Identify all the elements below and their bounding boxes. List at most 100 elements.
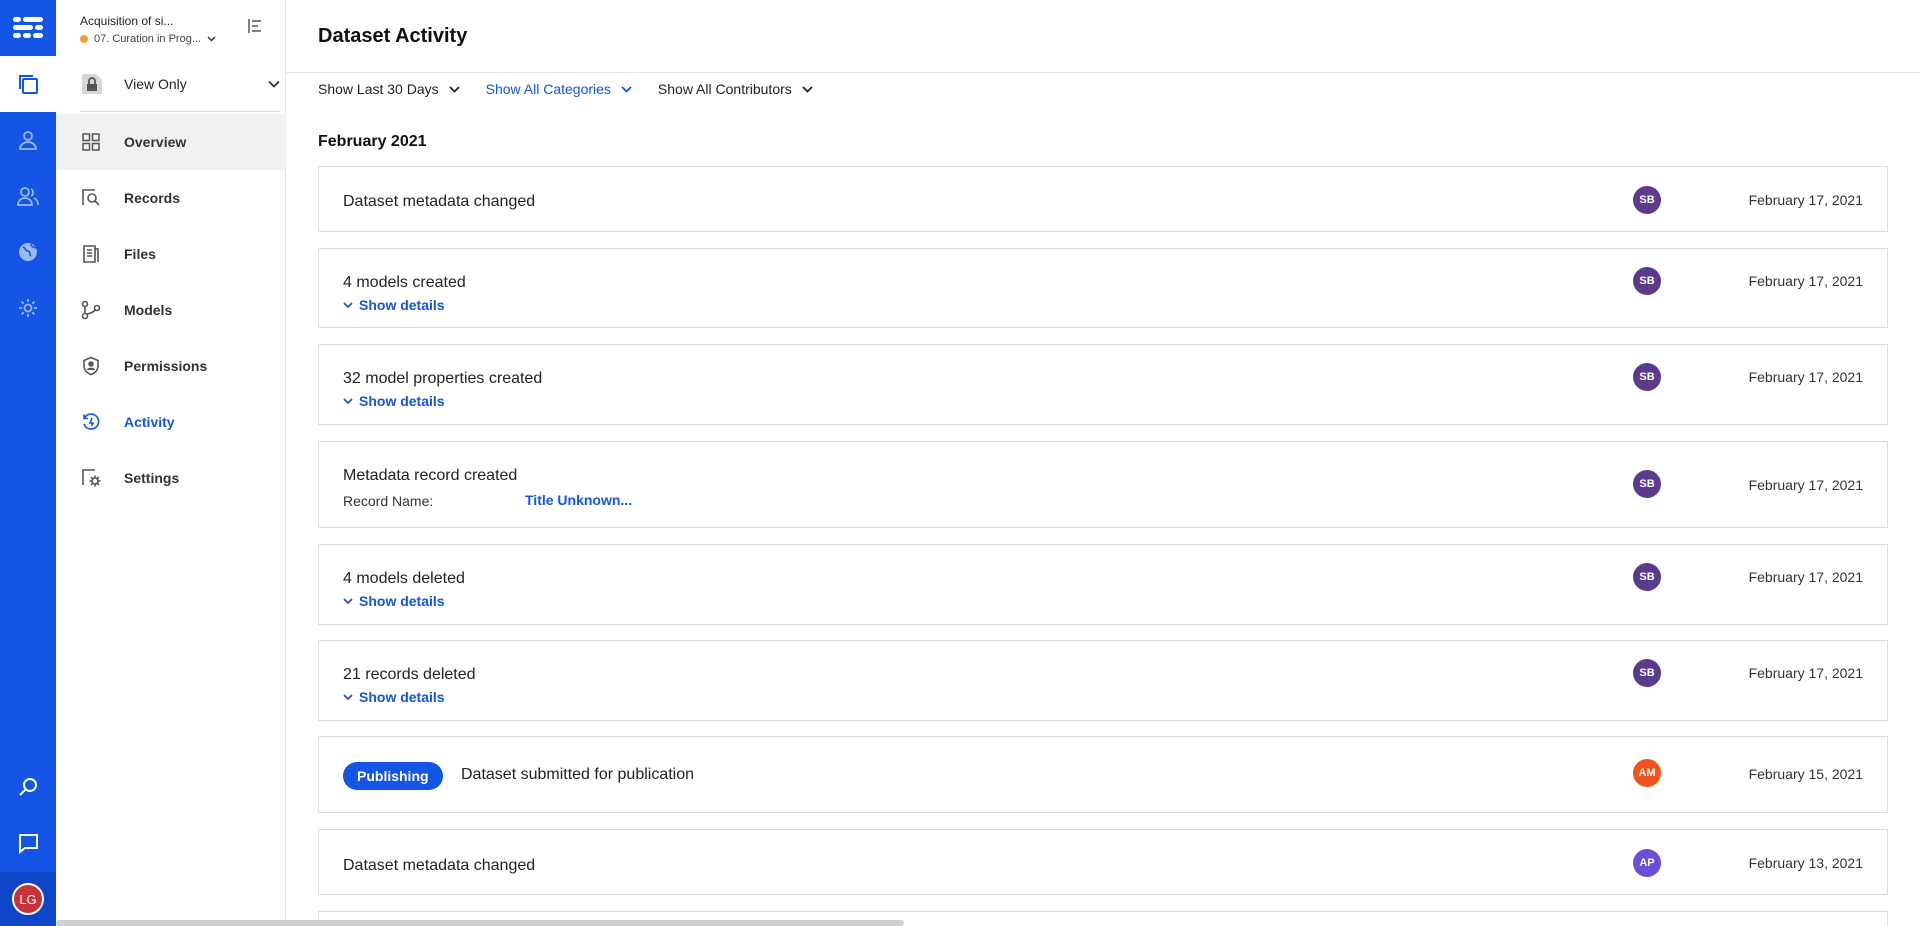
show-details-link[interactable]: Show details (343, 297, 445, 313)
permission-label: View Only (124, 75, 187, 92)
nav-item-files[interactable]: Files (56, 226, 286, 282)
show-details-label: Show details (359, 297, 445, 313)
activity-title: Metadata record created (343, 467, 518, 484)
gear-icon[interactable] (0, 280, 56, 336)
dataset-status[interactable]: 07. Curation in Prog... (80, 33, 280, 45)
activity-filters: Show Last 30 Days Show All Categories Sh… (318, 81, 839, 97)
contributor-filter-dropdown[interactable]: Show All Contributors (658, 81, 813, 97)
dataset-status-label: 07. Curation in Prog... (94, 33, 202, 45)
main-content: Dataset Activity Show Last 30 Days Show … (286, 0, 1920, 926)
month-heading: February 2021 (318, 133, 427, 150)
show-details-label: Show details (359, 593, 445, 609)
contributor-avatar[interactable]: SB (1633, 267, 1661, 295)
nav-item-overview[interactable]: Overview (56, 114, 286, 170)
contributor-avatar[interactable]: AP (1633, 849, 1661, 877)
horizontal-scrollbar[interactable] (56, 920, 904, 926)
contributor-avatar[interactable]: SB (1633, 186, 1661, 214)
nav-item-label: Models (124, 302, 173, 318)
activity-card: 4 models created Show details SB Februar… (318, 248, 1888, 328)
models-icon (80, 299, 102, 321)
app-rail: LG (0, 0, 56, 926)
contributor-avatar[interactable]: SB (1633, 659, 1661, 687)
record-search-icon (80, 187, 102, 209)
contributor-filter-label: Show All Contributors (657, 81, 792, 97)
activity-icon (80, 411, 102, 433)
settings-icon (80, 467, 102, 489)
shield-icon (80, 355, 102, 377)
chat-icon[interactable] (0, 815, 56, 871)
people-icon[interactable] (0, 168, 56, 224)
globe-icon[interactable] (0, 224, 56, 280)
app-logo-icon[interactable] (0, 0, 56, 56)
user-avatar[interactable]: LG (0, 872, 56, 926)
chevron-down-icon (448, 85, 460, 93)
activity-title: Dataset submitted for publication (461, 766, 695, 783)
nav-item-permissions[interactable]: Permissions (56, 338, 286, 394)
nav-item-activity[interactable]: Activity (56, 394, 286, 450)
activity-card: 21 records deleted Show details SB Febru… (318, 640, 1888, 721)
category-filter-dropdown[interactable]: Show All Categories (486, 81, 632, 97)
permission-selector[interactable]: View Only (80, 70, 280, 112)
chevron-down-icon (621, 85, 632, 93)
activity-date: February 13, 2021 (1748, 855, 1863, 871)
show-details-link[interactable]: Show details (343, 393, 445, 409)
nav-item-settings[interactable]: Settings (56, 450, 286, 506)
time-filter-label: Show Last 30 Days (318, 81, 439, 97)
activity-card: Dataset metadata changed AP February 13,… (318, 829, 1888, 895)
show-details-label: Show details (359, 689, 445, 705)
nav-item-models[interactable]: Models (56, 282, 286, 338)
activity-date: February 17, 2021 (1748, 477, 1863, 493)
page-title: Dataset Activity (318, 25, 468, 47)
activity-card: Metadata record created Record Name: Tit… (318, 441, 1888, 528)
contributor-avatar[interactable]: SB (1633, 563, 1661, 591)
nav-item-label: Records (124, 190, 181, 206)
activity-title: 4 models created (343, 274, 466, 291)
user-initials: LG (12, 883, 44, 915)
chevron-down-icon (268, 80, 280, 88)
show-details-link[interactable]: Show details (343, 689, 445, 705)
search-icon[interactable] (0, 759, 56, 815)
activity-title: 32 model properties created (343, 370, 543, 387)
contributor-avatar[interactable]: AM (1633, 759, 1661, 787)
chevron-down-icon (343, 397, 353, 404)
activity-card: Publishing Dataset submitted for publica… (318, 736, 1888, 813)
activity-date: February 15, 2021 (1748, 766, 1863, 782)
contributor-avatar[interactable]: SB (1633, 470, 1661, 498)
chevron-down-icon (343, 597, 353, 604)
activity-card: 4 models deleted Show details SB Februar… (318, 544, 1888, 625)
publishing-badge: Publishing (343, 762, 443, 790)
chevron-down-icon (802, 85, 813, 93)
chevron-down-icon (343, 301, 353, 308)
show-details-link[interactable]: Show details (343, 593, 445, 609)
divider (286, 72, 1920, 73)
nav-item-label: Overview (124, 134, 187, 150)
activity-title: 21 records deleted (343, 666, 476, 683)
status-dot (80, 35, 88, 43)
activity-date: February 17, 2021 (1748, 665, 1863, 681)
show-details-label: Show details (359, 393, 445, 409)
person-icon[interactable] (0, 112, 56, 168)
activity-date: February 17, 2021 (1748, 369, 1863, 385)
collapse-sidebar-icon[interactable] (247, 18, 263, 34)
chevron-down-icon (343, 693, 353, 700)
activity-card: 32 model properties created Show details… (318, 344, 1888, 425)
activity-date: February 17, 2021 (1748, 273, 1863, 289)
nav-item-records[interactable]: Records (56, 170, 286, 226)
activity-title: Dataset metadata changed (343, 857, 536, 874)
dataset-nav: Overview Records Files Models Permission… (56, 114, 286, 506)
chevron-down-icon (207, 36, 216, 42)
nav-item-label: Settings (124, 470, 180, 486)
contributor-avatar[interactable]: SB (1633, 363, 1661, 391)
activity-title: 4 models deleted (343, 570, 465, 587)
nav-item-label: Permissions (124, 358, 208, 374)
datasets-icon[interactable] (0, 56, 56, 112)
activity-card: Dataset metadata changed SB February 17,… (318, 166, 1888, 232)
activity-date: February 17, 2021 (1748, 569, 1863, 585)
record-name-label: Record Name: (343, 493, 434, 509)
lock-icon (82, 73, 102, 94)
activity-date: February 17, 2021 (1748, 192, 1863, 208)
nav-item-label: Activity (124, 414, 175, 430)
time-filter-dropdown[interactable]: Show Last 30 Days (318, 81, 460, 97)
record-name-link[interactable]: Title Unknown... (525, 492, 632, 508)
nav-item-label: Files (124, 246, 156, 262)
